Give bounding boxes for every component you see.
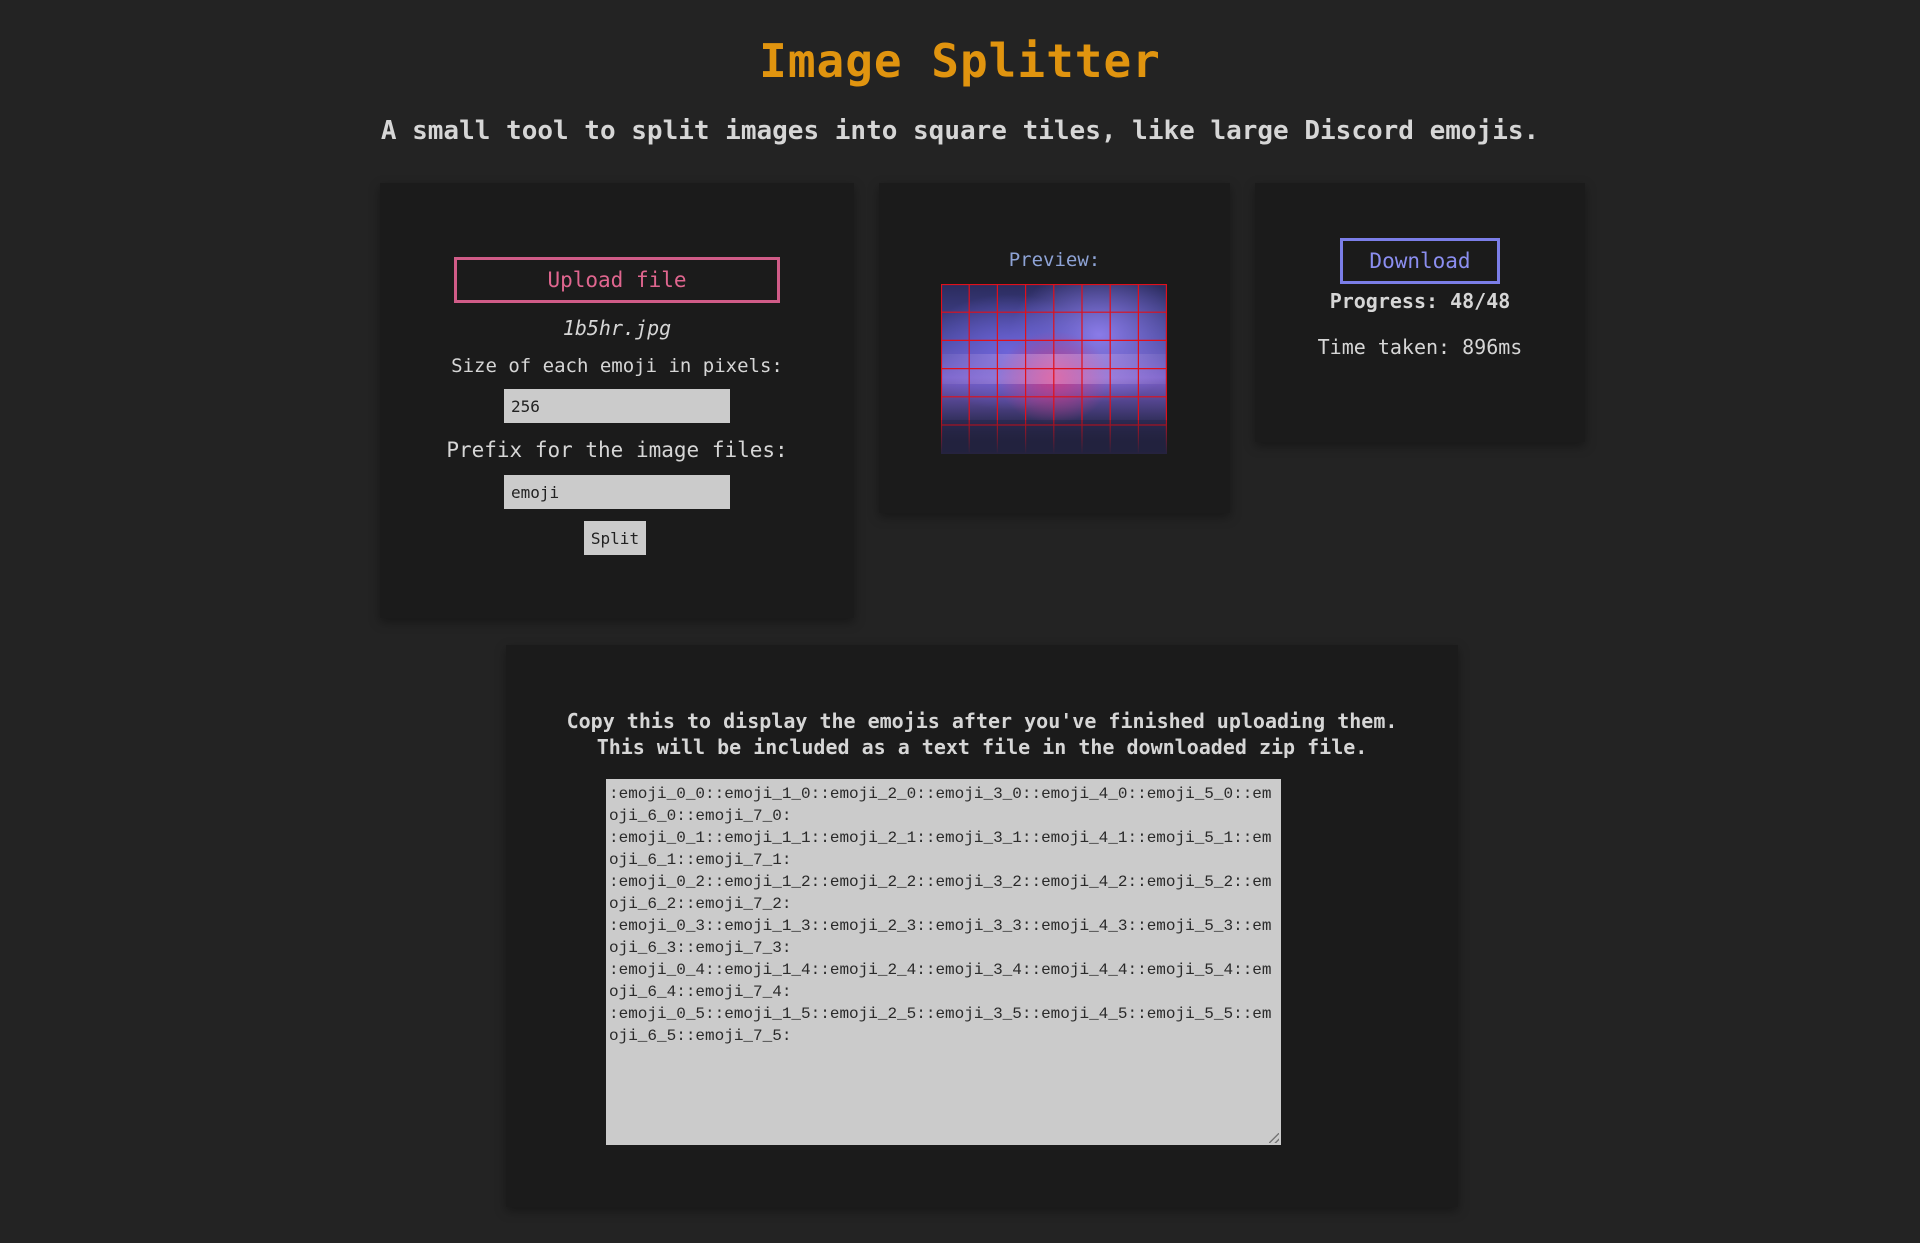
download-panel: Download Progress: 48/48 Time taken: 896… xyxy=(1255,183,1585,442)
selected-filename: 1b5hr.jpg xyxy=(562,316,672,340)
time-taken-text: Time taken: 896ms xyxy=(1317,335,1523,359)
preview-grid xyxy=(941,284,1167,454)
upload-panel: Upload file 1b5hr.jpg Size of each emoji… xyxy=(380,183,854,618)
preview-panel: Preview: xyxy=(879,183,1230,513)
output-instructions-line-2: This will be included as a text file in … xyxy=(596,735,1368,759)
emoji-code-textarea[interactable]: :emoji_0_0::emoji_1_0::emoji_2_0::emoji_… xyxy=(606,779,1281,1145)
size-input[interactable] xyxy=(504,389,730,423)
prefix-label: Prefix for the image files: xyxy=(446,438,788,462)
split-button[interactable]: Split xyxy=(584,521,646,555)
output-instructions-line-1: Copy this to display the emojis after yo… xyxy=(566,709,1398,733)
preview-label: Preview: xyxy=(1008,249,1101,271)
page-title: Image Splitter xyxy=(759,34,1161,88)
preview-image xyxy=(941,284,1167,454)
page: Image Splitter A small tool to split ima… xyxy=(0,0,1920,1243)
page-subtitle: A small tool to split images into square… xyxy=(380,116,1540,146)
output-panel: Copy this to display the emojis after yo… xyxy=(506,645,1458,1207)
textarea-resize-handle[interactable] xyxy=(1269,1133,1279,1143)
output-instructions: Copy this to display the emojis after yo… xyxy=(506,708,1458,760)
prefix-input[interactable] xyxy=(504,475,730,509)
upload-file-button[interactable]: Upload file xyxy=(454,257,780,303)
size-label: Size of each emoji in pixels: xyxy=(451,355,783,377)
download-button[interactable]: Download xyxy=(1340,238,1500,284)
progress-text: Progress: 48/48 xyxy=(1329,289,1511,313)
